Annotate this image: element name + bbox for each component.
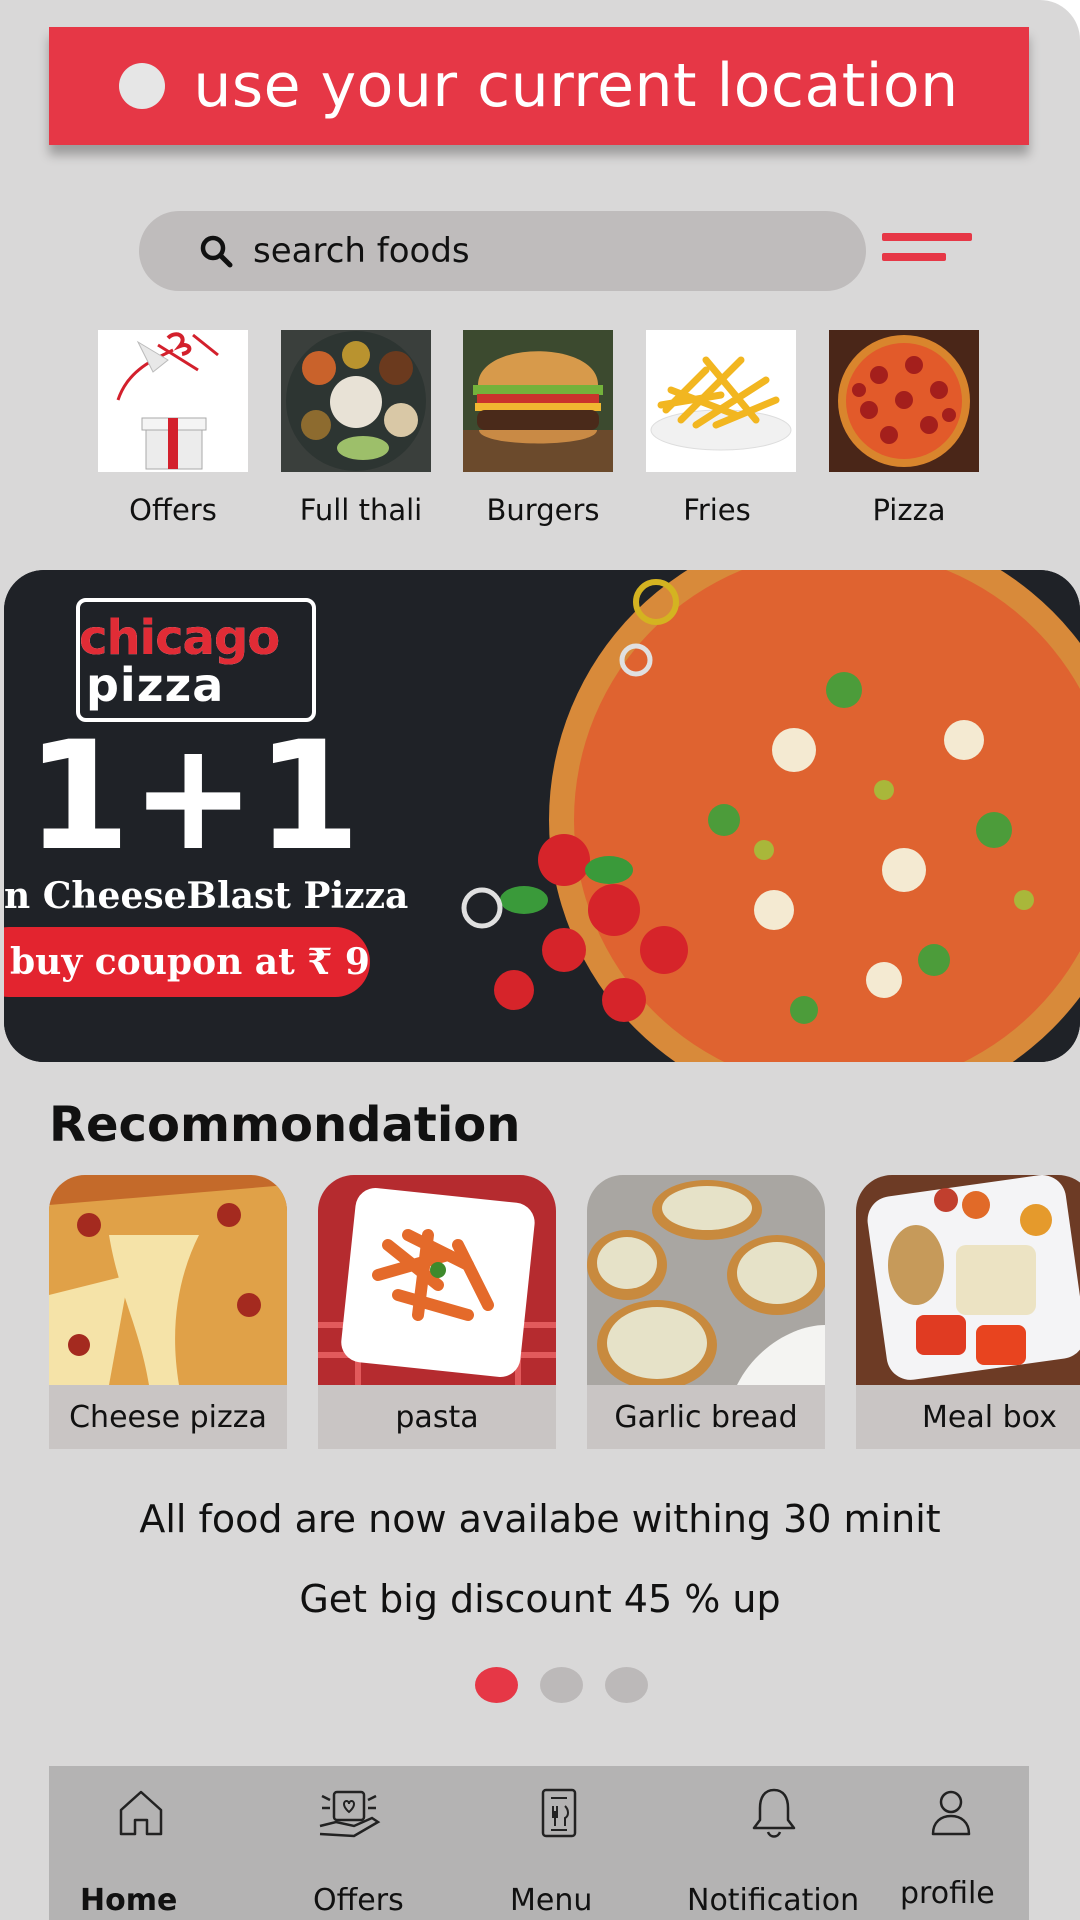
use-current-location-button[interactable]: use your current location	[49, 27, 1029, 145]
recommendation-card-garlic-bread[interactable]: Garlic bread	[587, 1175, 825, 1449]
category-list: Offers Full thali Burgers Fries Pizza	[0, 330, 1080, 530]
category-offers[interactable]: Offers	[98, 330, 248, 527]
nav-offers[interactable]: Offers	[289, 1766, 429, 1920]
location-button-label: use your current location	[193, 51, 959, 121]
garlic-bread-image	[587, 1175, 825, 1385]
recommendation-label: pasta	[318, 1385, 556, 1449]
location-dot-icon	[119, 63, 166, 109]
category-label: Pizza	[872, 493, 946, 527]
nav-home[interactable]: Home	[74, 1766, 214, 1920]
discount-info-text: Get big discount 45 % up	[299, 1577, 781, 1621]
offer-headline: 1+1	[26, 710, 361, 884]
nav-label: profile	[900, 1876, 995, 1911]
nav-menu[interactable]: Menu	[509, 1766, 629, 1920]
offers-icon	[319, 1790, 381, 1838]
thali-image	[281, 330, 431, 472]
recommendation-title: Recommondation	[49, 1097, 521, 1153]
recommendation-card-cheese-pizza[interactable]: Cheese pizza	[49, 1175, 287, 1449]
pizza-image	[829, 330, 979, 472]
nav-label: Menu	[510, 1883, 593, 1918]
category-label: Fries	[683, 493, 751, 527]
pasta-image	[318, 1175, 556, 1385]
brand-name-2: pizza	[86, 658, 225, 712]
category-label: Offers	[129, 493, 217, 527]
promo-banner[interactable]: chicago pizza 1+1 n CheeseBlast Pizza bu…	[4, 570, 1080, 1062]
recommendation-label: Meal box	[856, 1385, 1080, 1449]
user-icon	[931, 1790, 971, 1836]
recommendation-card-meal-box[interactable]: Meal box	[856, 1175, 1080, 1449]
nav-label: Offers	[313, 1883, 404, 1918]
fries-image	[646, 330, 796, 472]
recommendation-label: Garlic bread	[587, 1385, 825, 1449]
page-dot-2[interactable]	[540, 1667, 583, 1703]
nav-label: Notification	[687, 1883, 860, 1918]
category-fries[interactable]: Fries	[646, 330, 796, 527]
meal-box-image	[856, 1175, 1080, 1385]
menu-icon	[541, 1788, 577, 1838]
nav-profile[interactable]: profile	[899, 1766, 1019, 1920]
recommendation-label: Cheese pizza	[49, 1385, 287, 1449]
search-bar[interactable]	[139, 211, 866, 291]
search-icon	[200, 235, 233, 268]
burger-image	[463, 330, 613, 472]
category-label: Full thali	[299, 493, 423, 527]
gift-box-image	[98, 330, 248, 472]
category-pizza[interactable]: Pizza	[829, 330, 979, 527]
page-dot-1[interactable]	[475, 1667, 518, 1703]
app-screen: use your current location Offers	[0, 0, 1080, 1920]
search-input[interactable]	[253, 231, 813, 271]
home-icon	[119, 1790, 163, 1836]
delivery-info-text: All food are now availabe withing 30 min…	[139, 1497, 941, 1541]
cheese-pizza-image	[49, 1175, 287, 1385]
nav-label: Home	[80, 1883, 178, 1918]
category-label: Burgers	[486, 493, 600, 527]
pagination-dots	[475, 1667, 648, 1703]
recommendation-card-pasta[interactable]: pasta	[318, 1175, 556, 1449]
offer-subtitle: n CheeseBlast Pizza	[4, 875, 409, 917]
page-dot-3[interactable]	[605, 1667, 648, 1703]
category-burgers[interactable]: Burgers	[463, 330, 613, 527]
category-full-thali[interactable]: Full thali	[281, 330, 431, 527]
coupon-pill: buy coupon at ₹ 9	[4, 927, 370, 997]
bottom-navigation: Home Offers Menu Notification profile	[49, 1766, 1029, 1920]
nav-notification[interactable]: Notification	[687, 1766, 867, 1920]
filter-icon[interactable]	[882, 230, 972, 266]
bell-icon	[752, 1788, 796, 1838]
